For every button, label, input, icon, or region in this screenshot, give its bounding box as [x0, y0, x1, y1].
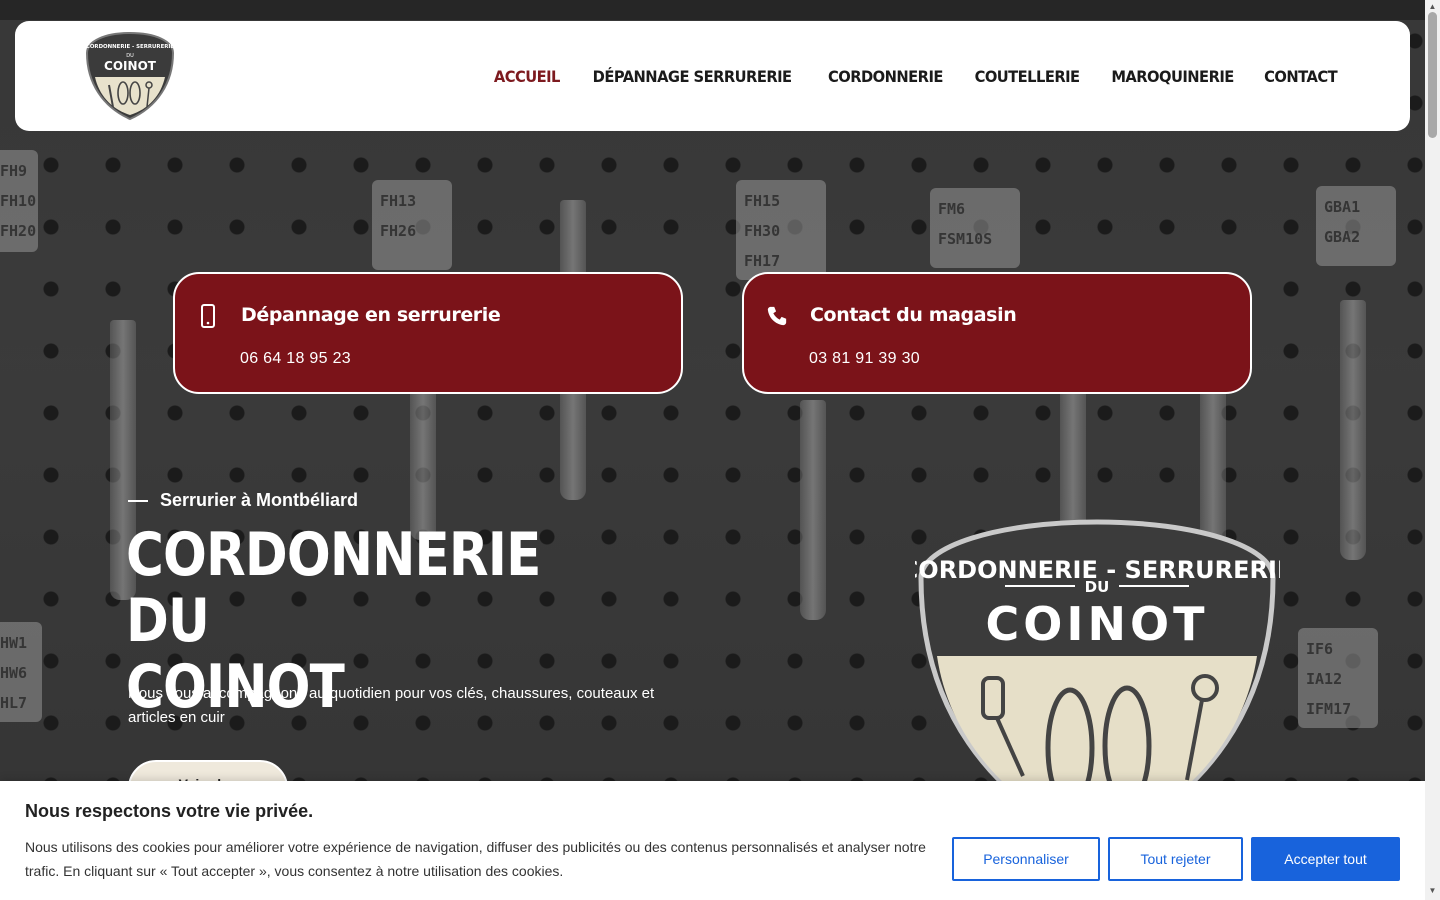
card-phone[interactable]: 06 64 18 95 23 — [240, 350, 351, 368]
scroll-thumb[interactable] — [1428, 12, 1437, 138]
nav-depannage-serrurerie[interactable]: DÉPANNAGE SERRURERIE — [593, 67, 792, 86]
page-scrollbar[interactable]: ▲ ▼ — [1425, 0, 1440, 900]
svg-text:COINOT: COINOT — [104, 59, 157, 73]
hero-subtitle: Nous vous accompagnons au quotidien pour… — [128, 685, 655, 726]
scroll-down-icon[interactable]: ▼ — [1428, 886, 1437, 896]
cookie-title: Nous respectons votre vie privée. — [25, 801, 314, 821]
scroll-up-icon[interactable]: ▲ — [1428, 2, 1437, 12]
key-blank — [1340, 300, 1366, 560]
smartphone-icon — [201, 304, 215, 328]
card-title: Dépannage en serrurerie — [241, 304, 501, 326]
key-tag: FM6 FSM10S — [930, 188, 1020, 268]
hero-title-line1: CORDONNERIE DU — [126, 520, 541, 656]
phone-icon — [767, 306, 787, 326]
key-tag: HW1 HW6 HL7 — [0, 622, 42, 722]
site-header: CORDONNERIE - SERRURERIE DU COINOT ACCUE… — [15, 21, 1410, 131]
nav-maroquinerie[interactable]: MAROQUINERIE — [1111, 67, 1234, 86]
key-tag: GBA1 GBA2 — [1316, 186, 1396, 266]
key-tag: IF6 IA12 IFM17 — [1298, 628, 1378, 728]
accept-all-button[interactable]: Accepter tout — [1251, 837, 1400, 881]
cookie-text: Nous utilisons des cookies pour améliore… — [25, 839, 926, 879]
nav-accueil[interactable]: ACCUEIL — [494, 67, 561, 86]
card-title: Contact du magasin — [810, 304, 1017, 326]
svg-text:DU: DU — [1085, 578, 1110, 596]
top-strip — [0, 0, 1425, 20]
key-tag: FH13 FH26 — [372, 180, 452, 270]
svg-text:COINOT: COINOT — [986, 597, 1209, 651]
main-nav: ACCUEIL DÉPANNAGE SERRURERIE CORDONNERIE… — [491, 21, 1340, 131]
site-logo[interactable]: CORDONNERIE - SERRURERIE DU COINOT — [85, 31, 175, 121]
depannage-card[interactable]: Dépannage en serrurerie 06 64 18 95 23 — [173, 272, 683, 394]
eyebrow-text: Serrurier à Montbéliard — [160, 490, 359, 510]
hero-eyebrow: Serrurier à Montbéliard — [128, 490, 358, 511]
customize-button[interactable]: Personnaliser — [952, 837, 1100, 881]
logo-badge-icon: CORDONNERIE - SERRURERIE DU COINOT — [86, 31, 175, 121]
nav-cordonnerie[interactable]: CORDONNERIE — [828, 67, 943, 86]
reject-all-button[interactable]: Tout rejeter — [1108, 837, 1243, 881]
cookie-banner: Nous respectons votre vie privée. Nous u… — [0, 781, 1425, 900]
key-blank — [800, 400, 826, 620]
svg-text:CORDONNERIE - SERRURERIE: CORDONNERIE - SERRURERIE — [86, 44, 175, 50]
eyebrow-dash — [128, 499, 148, 502]
nav-contact[interactable]: CONTACT — [1264, 67, 1337, 86]
magasin-card[interactable]: Contact du magasin 03 81 91 39 30 — [742, 272, 1252, 394]
nav-coutellerie[interactable]: COUTELLERIE — [974, 67, 1080, 86]
key-tag: FH15 FH30 FH17 — [736, 180, 826, 280]
key-tag: FH9 FH10 FH20 — [0, 150, 38, 252]
card-phone[interactable]: 03 81 91 39 30 — [809, 350, 920, 368]
